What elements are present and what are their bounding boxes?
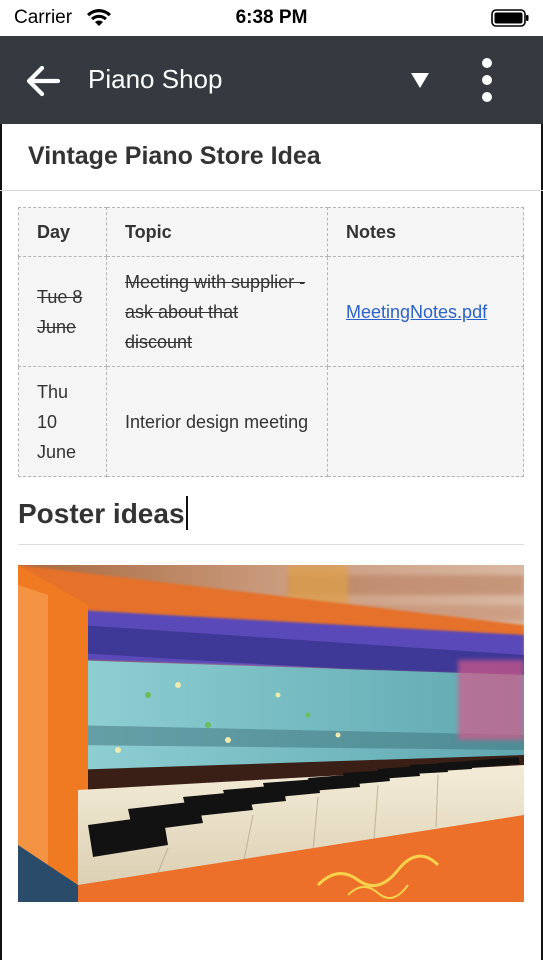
topic-cell[interactable]: Interior design meeting (106, 366, 328, 477)
topic-cell[interactable]: Meeting with supplier - ask about that d… (106, 256, 328, 367)
app-bar: Piano Shop (0, 36, 543, 124)
app-title: Piano Shop (88, 64, 223, 94)
table-row: Tue 8 June Meeting with supplier - ask a… (18, 256, 524, 367)
schedule-table: Day Topic Notes Tue 8 June Meeting with … (18, 207, 524, 477)
header-notes: Notes (327, 207, 524, 257)
day-text: Tue 8 June (37, 286, 83, 337)
topic-text: Interior design meeting (125, 411, 309, 432)
document-title[interactable]: Vintage Piano Store Idea (28, 142, 321, 171)
day-text: Thu 10 June (37, 381, 77, 462)
table-header-row: Day Topic Notes (18, 207, 524, 257)
header-topic: Topic (106, 207, 328, 257)
battery-icon (491, 9, 529, 27)
divider (18, 544, 524, 545)
clock: 6:38 PM (235, 7, 308, 28)
text-cursor (185, 496, 188, 530)
topic-text: Meeting with supplier - ask about that d… (125, 271, 306, 352)
table-row: Thu 10 June Interior design meeting (18, 366, 524, 477)
document-header: Vintage Piano Store Idea (0, 124, 543, 191)
status-bar: Carrier 6:38 PM (0, 0, 543, 36)
day-cell[interactable]: Thu 10 June (18, 366, 107, 477)
arrow-left-icon[interactable] (22, 60, 64, 102)
header-day: Day (18, 207, 107, 257)
notes-cell: MeetingNotes.pdf (327, 256, 524, 367)
day-cell[interactable]: Tue 8 June (18, 256, 107, 367)
more-vertical-icon[interactable] (472, 56, 502, 106)
section-heading-text: Poster ideas (18, 498, 185, 529)
meeting-notes-link[interactable]: MeetingNotes.pdf (346, 302, 487, 322)
piano-image[interactable] (18, 565, 524, 902)
notes-cell[interactable] (327, 366, 524, 477)
caret-down-icon[interactable] (404, 66, 436, 94)
section-heading[interactable]: Poster ideas (18, 496, 188, 530)
